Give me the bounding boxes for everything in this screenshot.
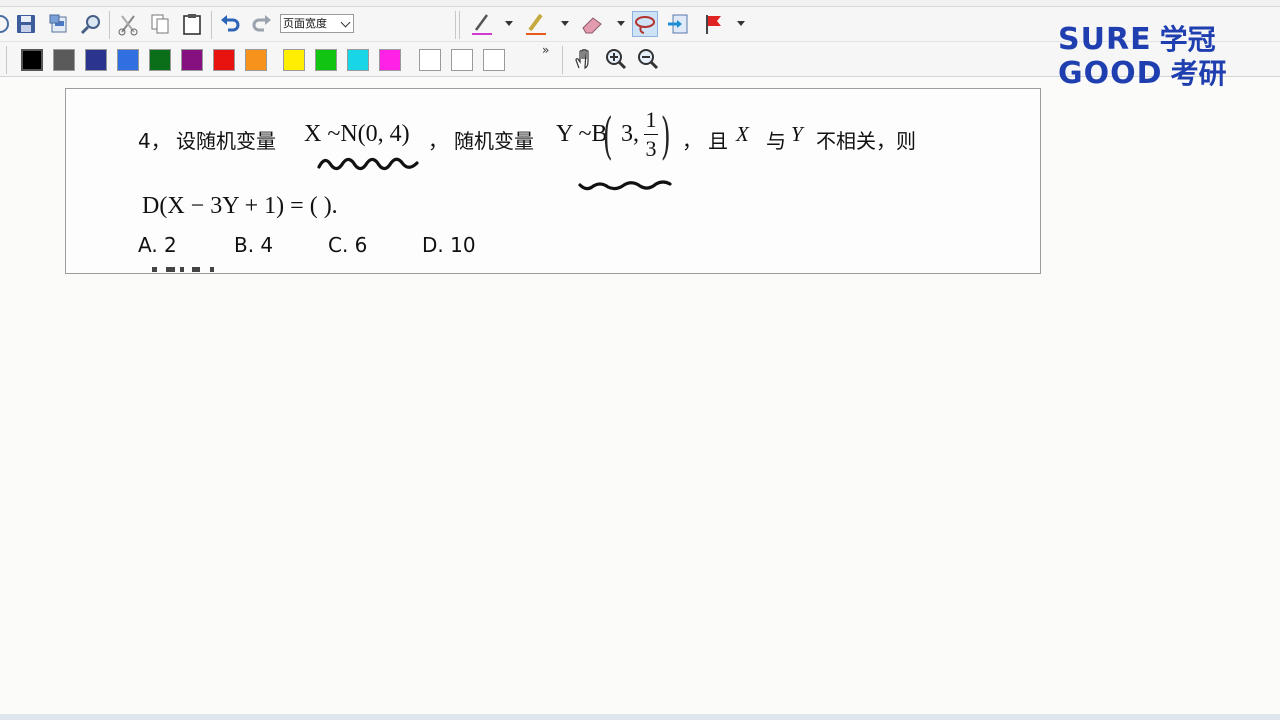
find-icon[interactable] — [79, 12, 103, 36]
menu-bar[interactable] — [0, 0, 1280, 7]
question-text-3: 且 — [708, 129, 728, 153]
clipped-next-line — [146, 267, 236, 273]
zoom-select[interactable]: 页面宽度 — [280, 14, 354, 33]
highlighter-dropdown-arrow[interactable] — [561, 21, 569, 26]
cut-icon[interactable] — [116, 12, 140, 36]
fraction-denominator: 3 — [645, 136, 657, 161]
open-icon[interactable] — [0, 12, 12, 36]
zoom-out-icon[interactable] — [636, 47, 660, 71]
document-page[interactable]: 4， 设随机变量 X ~N(0, 4) ， 随机变量 Y ~B ( 3, 1 3… — [65, 88, 1041, 274]
status-strip — [0, 714, 1280, 720]
color-swatch[interactable] — [245, 49, 267, 71]
question-sep-1: ， — [428, 129, 448, 153]
insert-page-icon[interactable] — [666, 12, 690, 36]
color-swatch[interactable] — [419, 49, 441, 71]
color-swatch[interactable] — [283, 49, 305, 71]
option-c[interactable]: C. 6 — [328, 233, 367, 257]
color-swatch[interactable] — [85, 49, 107, 71]
color-swatch[interactable] — [181, 49, 203, 71]
eraser-dropdown-arrow[interactable] — [617, 21, 625, 26]
question-number: 4， — [138, 129, 171, 153]
logo-line2: GOOD — [1058, 56, 1163, 91]
color-swatch[interactable] — [117, 49, 139, 71]
undo-icon[interactable] — [218, 12, 242, 36]
math-y-distribution: Y ~B — [556, 121, 608, 147]
lasso-icon[interactable] — [632, 11, 658, 37]
math-y-arg: 3, — [621, 121, 639, 147]
pen-icon[interactable] — [470, 12, 494, 36]
color-swatch[interactable] — [149, 49, 171, 71]
paste-icon[interactable] — [180, 12, 204, 36]
question-line-2: D(X − 3Y + 1) = ( ). — [142, 193, 338, 220]
flag-dropdown-arrow[interactable] — [737, 21, 745, 26]
copy-icon[interactable] — [148, 12, 172, 36]
handwritten-underline-1 — [317, 157, 419, 171]
question-text-1: 设随机变量 — [176, 129, 276, 153]
math-fraction: 1 3 — [644, 107, 658, 162]
math-left-paren: ( — [602, 107, 613, 165]
color-swatch[interactable] — [213, 49, 235, 71]
redo-icon[interactable] — [250, 12, 274, 36]
brand-logo: SURE 学冠 GOOD 考研 — [1058, 18, 1258, 92]
eraser-icon[interactable] — [580, 12, 604, 36]
fraction-numerator: 1 — [645, 107, 657, 132]
math-right-paren: ) — [660, 107, 671, 165]
save-icon[interactable] — [14, 12, 38, 36]
logo-line2-cn: 考研 — [1170, 57, 1227, 90]
math-expression: D(X − 3Y + 1) = ( ). — [142, 193, 338, 219]
zoom-in-icon[interactable] — [604, 47, 628, 71]
chevron-down-icon — [340, 17, 351, 28]
option-b[interactable]: B. 4 — [234, 233, 273, 257]
color-swatch[interactable] — [483, 49, 505, 71]
question-text-2: 随机变量 — [454, 129, 534, 153]
question-sep-2: ， — [682, 129, 702, 153]
handwritten-underline-2 — [578, 180, 672, 191]
color-swatch[interactable] — [347, 49, 369, 71]
color-swatch[interactable] — [315, 49, 337, 71]
hand-pan-icon[interactable] — [572, 47, 596, 71]
highlighter-icon[interactable] — [524, 12, 548, 36]
save-as-icon[interactable] — [47, 12, 71, 36]
color-swatch[interactable] — [451, 49, 473, 71]
color-swatch[interactable] — [53, 49, 75, 71]
zoom-select-value: 页面宽度 — [283, 17, 327, 30]
more-tools-button[interactable]: » — [542, 43, 549, 57]
pen-dropdown-arrow[interactable] — [505, 21, 513, 26]
option-d[interactable]: D. 10 — [422, 233, 476, 257]
math-x-distribution: X ~N(0, 4) — [304, 121, 410, 147]
question-text-5: 不相关，则 — [816, 129, 916, 153]
question-text-4: 与 — [766, 129, 786, 153]
math-var-y: Y — [791, 122, 803, 146]
option-a[interactable]: A. 2 — [138, 233, 177, 257]
color-swatch[interactable] — [379, 49, 401, 71]
flag-icon[interactable] — [702, 12, 726, 36]
math-var-x: X — [736, 122, 749, 146]
color-swatch[interactable] — [21, 49, 43, 71]
